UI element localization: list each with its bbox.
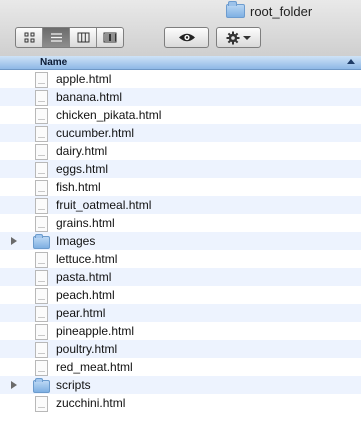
grid-icon	[24, 32, 34, 43]
item-name: zucchini.html	[56, 396, 126, 410]
item-name: dairy.html	[56, 144, 108, 158]
file-row[interactable]: lettuce.html	[0, 250, 361, 268]
disclosure-triangle-icon[interactable]	[11, 381, 17, 389]
action-menu-button[interactable]	[216, 27, 261, 48]
item-name: pear.html	[56, 306, 106, 320]
disclosure-triangle-icon[interactable]	[11, 237, 17, 245]
file-row[interactable]: peach.html	[0, 286, 361, 304]
item-name: eggs.html	[56, 162, 109, 176]
html-file-icon	[35, 90, 48, 106]
file-row[interactable]: banana.html	[0, 88, 361, 106]
quick-look-button[interactable]	[164, 27, 209, 48]
window-title-bar: root_folder	[226, 1, 313, 20]
file-row[interactable]: pasta.html	[0, 268, 361, 286]
item-name: banana.html	[56, 90, 123, 104]
window-title: root_folder	[250, 3, 313, 19]
coverflow-view-button[interactable]	[97, 28, 123, 47]
folder-icon	[33, 234, 50, 249]
item-name: lettuce.html	[56, 252, 118, 266]
view-mode-switcher	[15, 27, 124, 48]
folder-icon	[33, 378, 50, 393]
file-row[interactable]: pineapple.html	[0, 322, 361, 340]
html-file-icon	[35, 216, 48, 232]
column-view-button[interactable]	[70, 28, 97, 47]
name-column-header[interactable]: Name	[0, 56, 361, 70]
item-name: red_meat.html	[56, 360, 133, 374]
file-row[interactable]: apple.html	[0, 70, 361, 88]
item-name: chicken_pikata.html	[56, 108, 162, 122]
eye-icon	[178, 33, 195, 42]
item-name: pasta.html	[56, 270, 112, 284]
list-icon	[50, 33, 62, 42]
html-file-icon	[35, 396, 48, 412]
column-header-label: Name	[40, 57, 68, 68]
coverflow-icon	[103, 32, 117, 43]
html-file-icon	[35, 144, 48, 160]
file-row[interactable]: poultry.html	[0, 340, 361, 358]
html-file-icon	[35, 126, 48, 142]
file-row[interactable]: eggs.html	[0, 160, 361, 178]
file-row[interactable]: fruit_oatmeal.html	[0, 196, 361, 214]
chevron-down-icon	[243, 35, 251, 40]
file-row[interactable]: fish.html	[0, 178, 361, 196]
item-name: scripts	[56, 378, 91, 392]
sort-ascending-icon	[347, 59, 355, 64]
html-file-icon	[35, 306, 48, 322]
html-file-icon	[35, 162, 48, 178]
item-name: poultry.html	[56, 342, 118, 356]
item-name: apple.html	[56, 72, 112, 86]
gear-icon	[226, 31, 240, 44]
file-row[interactable]: grains.html	[0, 214, 361, 232]
file-row[interactable]: red_meat.html	[0, 358, 361, 376]
html-file-icon	[35, 72, 48, 88]
folder-row[interactable]: scripts	[0, 376, 361, 394]
list-empty-area	[0, 414, 361, 425]
html-file-icon	[35, 324, 48, 340]
folder-icon	[226, 1, 245, 18]
item-name: cucumber.html	[56, 126, 135, 140]
file-row[interactable]: dairy.html	[0, 142, 361, 160]
html-file-icon	[35, 180, 48, 196]
list-view-button[interactable]	[43, 28, 70, 47]
html-file-icon	[35, 342, 48, 358]
file-row[interactable]: pear.html	[0, 304, 361, 322]
html-file-icon	[35, 360, 48, 376]
item-name: grains.html	[56, 216, 115, 230]
html-file-icon	[35, 108, 48, 124]
html-file-icon	[35, 270, 48, 286]
item-name: peach.html	[56, 288, 115, 302]
file-row[interactable]: cucumber.html	[0, 124, 361, 142]
toolbar: root_folder	[0, 0, 361, 57]
icon-view-button[interactable]	[16, 28, 43, 47]
columns-icon	[77, 32, 89, 43]
file-list: apple.html banana.html chicken_pikata.html…	[0, 70, 361, 412]
item-name: fish.html	[56, 180, 101, 194]
html-file-icon	[35, 198, 48, 214]
file-row[interactable]: zucchini.html	[0, 394, 361, 412]
html-file-icon	[35, 252, 48, 268]
html-file-icon	[35, 288, 48, 304]
item-name: Images	[56, 234, 96, 248]
item-name: pineapple.html	[56, 324, 135, 338]
folder-row[interactable]: Images	[0, 232, 361, 250]
item-name: fruit_oatmeal.html	[56, 198, 152, 212]
file-row[interactable]: chicken_pikata.html	[0, 106, 361, 124]
